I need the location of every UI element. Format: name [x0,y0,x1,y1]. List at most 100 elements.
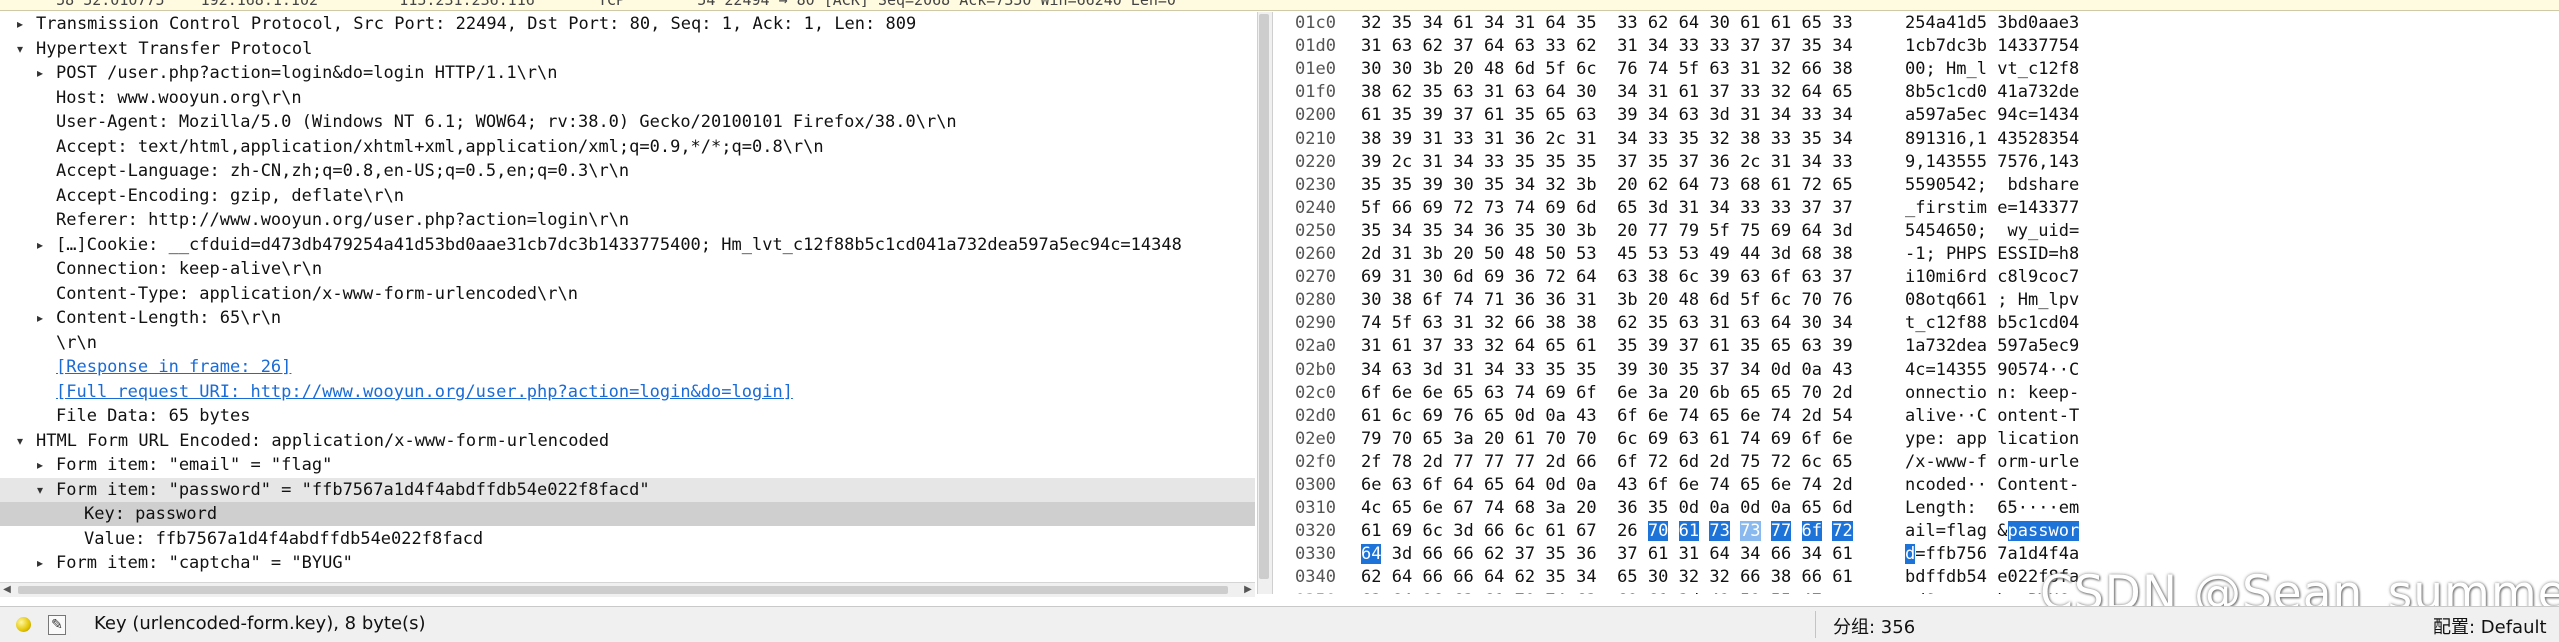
hex-byte[interactable]: 63 [1361,591,1381,594]
hex-byte[interactable]: 64 [1576,267,1596,287]
hex-byte[interactable]: 65 [1709,406,1729,426]
hex-byte[interactable]: 66 [1392,198,1412,218]
hex-byte[interactable]: 0d [1515,406,1535,426]
hex-byte[interactable]: 61 [1648,591,1668,594]
hex-byte[interactable]: 6e [1422,498,1442,518]
hex-byte[interactable]: 61 [1361,105,1381,125]
hex-byte[interactable]: 6d [1679,452,1699,472]
hex-byte[interactable]: 33 [1453,129,1473,149]
hex-bytes[interactable]: 61 69 6c 3d 66 6c 61 67 26 70 61 73 73 7… [1361,520,1853,543]
hex-byte[interactable]: 75 [1740,452,1760,472]
hex-byte[interactable]: 70 [1392,429,1412,449]
hex-byte[interactable]: 74 [1484,498,1504,518]
hex-byte[interactable]: 72 [1648,452,1668,472]
hex-byte[interactable]: 0a [1802,360,1822,380]
hex-byte[interactable]: 37 [1679,152,1699,172]
hex-byte[interactable]: 35 [1392,13,1412,33]
hex-byte[interactable]: 3b [1617,290,1637,310]
hex-byte[interactable]: 63 [1453,591,1473,594]
hex-byte[interactable]: 31 [1392,267,1412,287]
hex-bytes[interactable]: 61 6c 69 76 65 0d 0a 43 6f 6e 74 65 6e 7… [1361,405,1853,428]
hex-byte[interactable]: 66 [1802,567,1822,587]
hex-byte[interactable]: 26 [1617,521,1637,541]
tree-row[interactable]: Content-Type: application/x-www-form-url… [0,282,1255,306]
hex-bytes[interactable]: 38 62 35 63 31 63 64 30 34 31 61 37 33 3… [1361,81,1853,104]
hex-byte[interactable]: 65 [1484,475,1504,495]
hex-byte[interactable]: 2c [1740,152,1760,172]
hex-byte[interactable]: 2c [1392,152,1412,172]
hex-byte[interactable]: 3a [1453,429,1473,449]
hex-byte[interactable]: 6f [1617,406,1637,426]
tree-row[interactable]: ▾ Hypertext Transfer Protocol [0,37,1255,61]
hex-byte[interactable]: 70 [1545,429,1565,449]
hex-byte[interactable]: 65 [1422,429,1442,449]
hex-byte[interactable]: 5f [1679,59,1699,79]
hex-byte[interactable]: 76 [1832,290,1852,310]
hex-byte[interactable]: 63 [1576,105,1596,125]
expanded-arrow-icon[interactable]: ▾ [32,478,48,502]
hex-byte[interactable]: 79 [1679,221,1699,241]
hex-byte[interactable]: 63 [1617,267,1637,287]
hex-row[interactable]: 0320 61 69 6c 3d 66 6c 61 67 26 70 61 73 … [1273,520,2559,543]
hex-byte[interactable]: 6d [1576,198,1596,218]
hex-byte[interactable]: 5f [1709,221,1729,241]
hex-byte[interactable]: 35 [1679,129,1699,149]
hex-byte[interactable]: 63 [1515,82,1535,102]
hex-byte[interactable]: 0d [1679,498,1699,518]
hex-byte[interactable]: 35 [1576,13,1596,33]
tree-row[interactable]: \r\n [0,331,1255,355]
hex-byte[interactable]: 66 [1802,59,1822,79]
hex-byte[interactable]: 64 [1515,475,1535,495]
collapsed-arrow-icon[interactable]: ▸ [32,61,48,85]
hex-byte[interactable]: 63 [1576,591,1596,594]
hex-byte[interactable]: 20 [1576,498,1596,518]
hex-row[interactable]: 0290 74 5f 63 31 32 66 38 38 62 35 63 31 … [1273,312,2559,335]
hex-byte[interactable]: 34 [1484,13,1504,33]
hex-bytes[interactable]: 32 35 34 61 34 31 64 35 33 62 64 30 61 6… [1361,12,1853,35]
hex-byte[interactable]: 69 [1361,267,1381,287]
hex-byte[interactable]: 20 [1484,429,1504,449]
collapsed-arrow-icon[interactable]: ▸ [32,233,48,257]
tree-row[interactable]: ▸ POST /user.php?action=login&do=login HT… [0,61,1255,85]
hex-byte[interactable]: 33 [1832,13,1852,33]
hex-byte[interactable]: 35 [1648,313,1668,333]
ascii-bytes[interactable]: ncoded·· Content- [1905,474,2079,497]
hex-byte[interactable]: 61 [1740,13,1760,33]
hex-byte[interactable]: 32 [1771,59,1791,79]
hex-bytes[interactable]: 79 70 65 3a 20 61 70 70 6c 69 63 61 74 6… [1361,428,1853,451]
ascii-bytes[interactable]: 9,143555 7576,143 [1905,151,2079,174]
ascii-bytes[interactable]: 891316,1 43528354 [1905,128,2079,151]
hex-byte[interactable]: 64 [1453,475,1473,495]
ascii-bytes[interactable]: 1a732dea 597a5ec9 [1905,335,2079,358]
hex-byte[interactable]: 63 [1392,360,1412,380]
hex-byte[interactable]: 6d [1709,290,1729,310]
tree-row-link[interactable]: [Response in frame: 26] [56,355,291,379]
hex-byte[interactable]: 33 [1648,129,1668,149]
hex-byte[interactable]: 48 [1515,244,1535,264]
hex-byte[interactable]: 35 [1802,36,1822,56]
hex-byte[interactable]: 6f [1802,429,1822,449]
hex-byte[interactable]: 73 [1709,175,1729,195]
hex-byte[interactable]: 4c [1361,498,1381,518]
hex-byte[interactable]: 66 [1422,544,1442,564]
hex-byte[interactable]: 30 [1361,290,1381,310]
hex-byte[interactable]: 78 [1392,452,1412,472]
hex-byte[interactable]: 5f [1740,290,1760,310]
hex-byte[interactable]: 30 [1453,175,1473,195]
tree-row[interactable]: [Response in frame: 26] [0,355,1255,379]
hex-byte[interactable]: 30 [1392,59,1412,79]
hex-byte[interactable]: 34 [1709,198,1729,218]
hex-byte[interactable]: 75 [1740,221,1760,241]
hex-byte[interactable]: 34 [1576,567,1596,587]
hex-byte[interactable]: 59 [1740,591,1760,594]
hex-byte[interactable]: 6f [1771,267,1791,287]
hex-byte[interactable]: 69 [1545,198,1565,218]
hex-byte[interactable]: 35 [1484,175,1504,195]
hex-byte[interactable]: 33 [1771,198,1791,218]
hex-byte[interactable]: 37 [1617,152,1637,172]
hex-row[interactable]: 0300 6e 63 6f 64 65 64 0d 0a 43 6f 6e 74 … [1273,474,2559,497]
hex-bytes[interactable]: 64 3d 66 66 62 37 35 36 37 61 31 64 34 6… [1361,543,1853,566]
scroll-right-icon[interactable]: ▶ [1241,583,1255,597]
hex-byte[interactable]: 64 [1484,567,1504,587]
hex-byte[interactable]: 64 [1392,567,1412,587]
